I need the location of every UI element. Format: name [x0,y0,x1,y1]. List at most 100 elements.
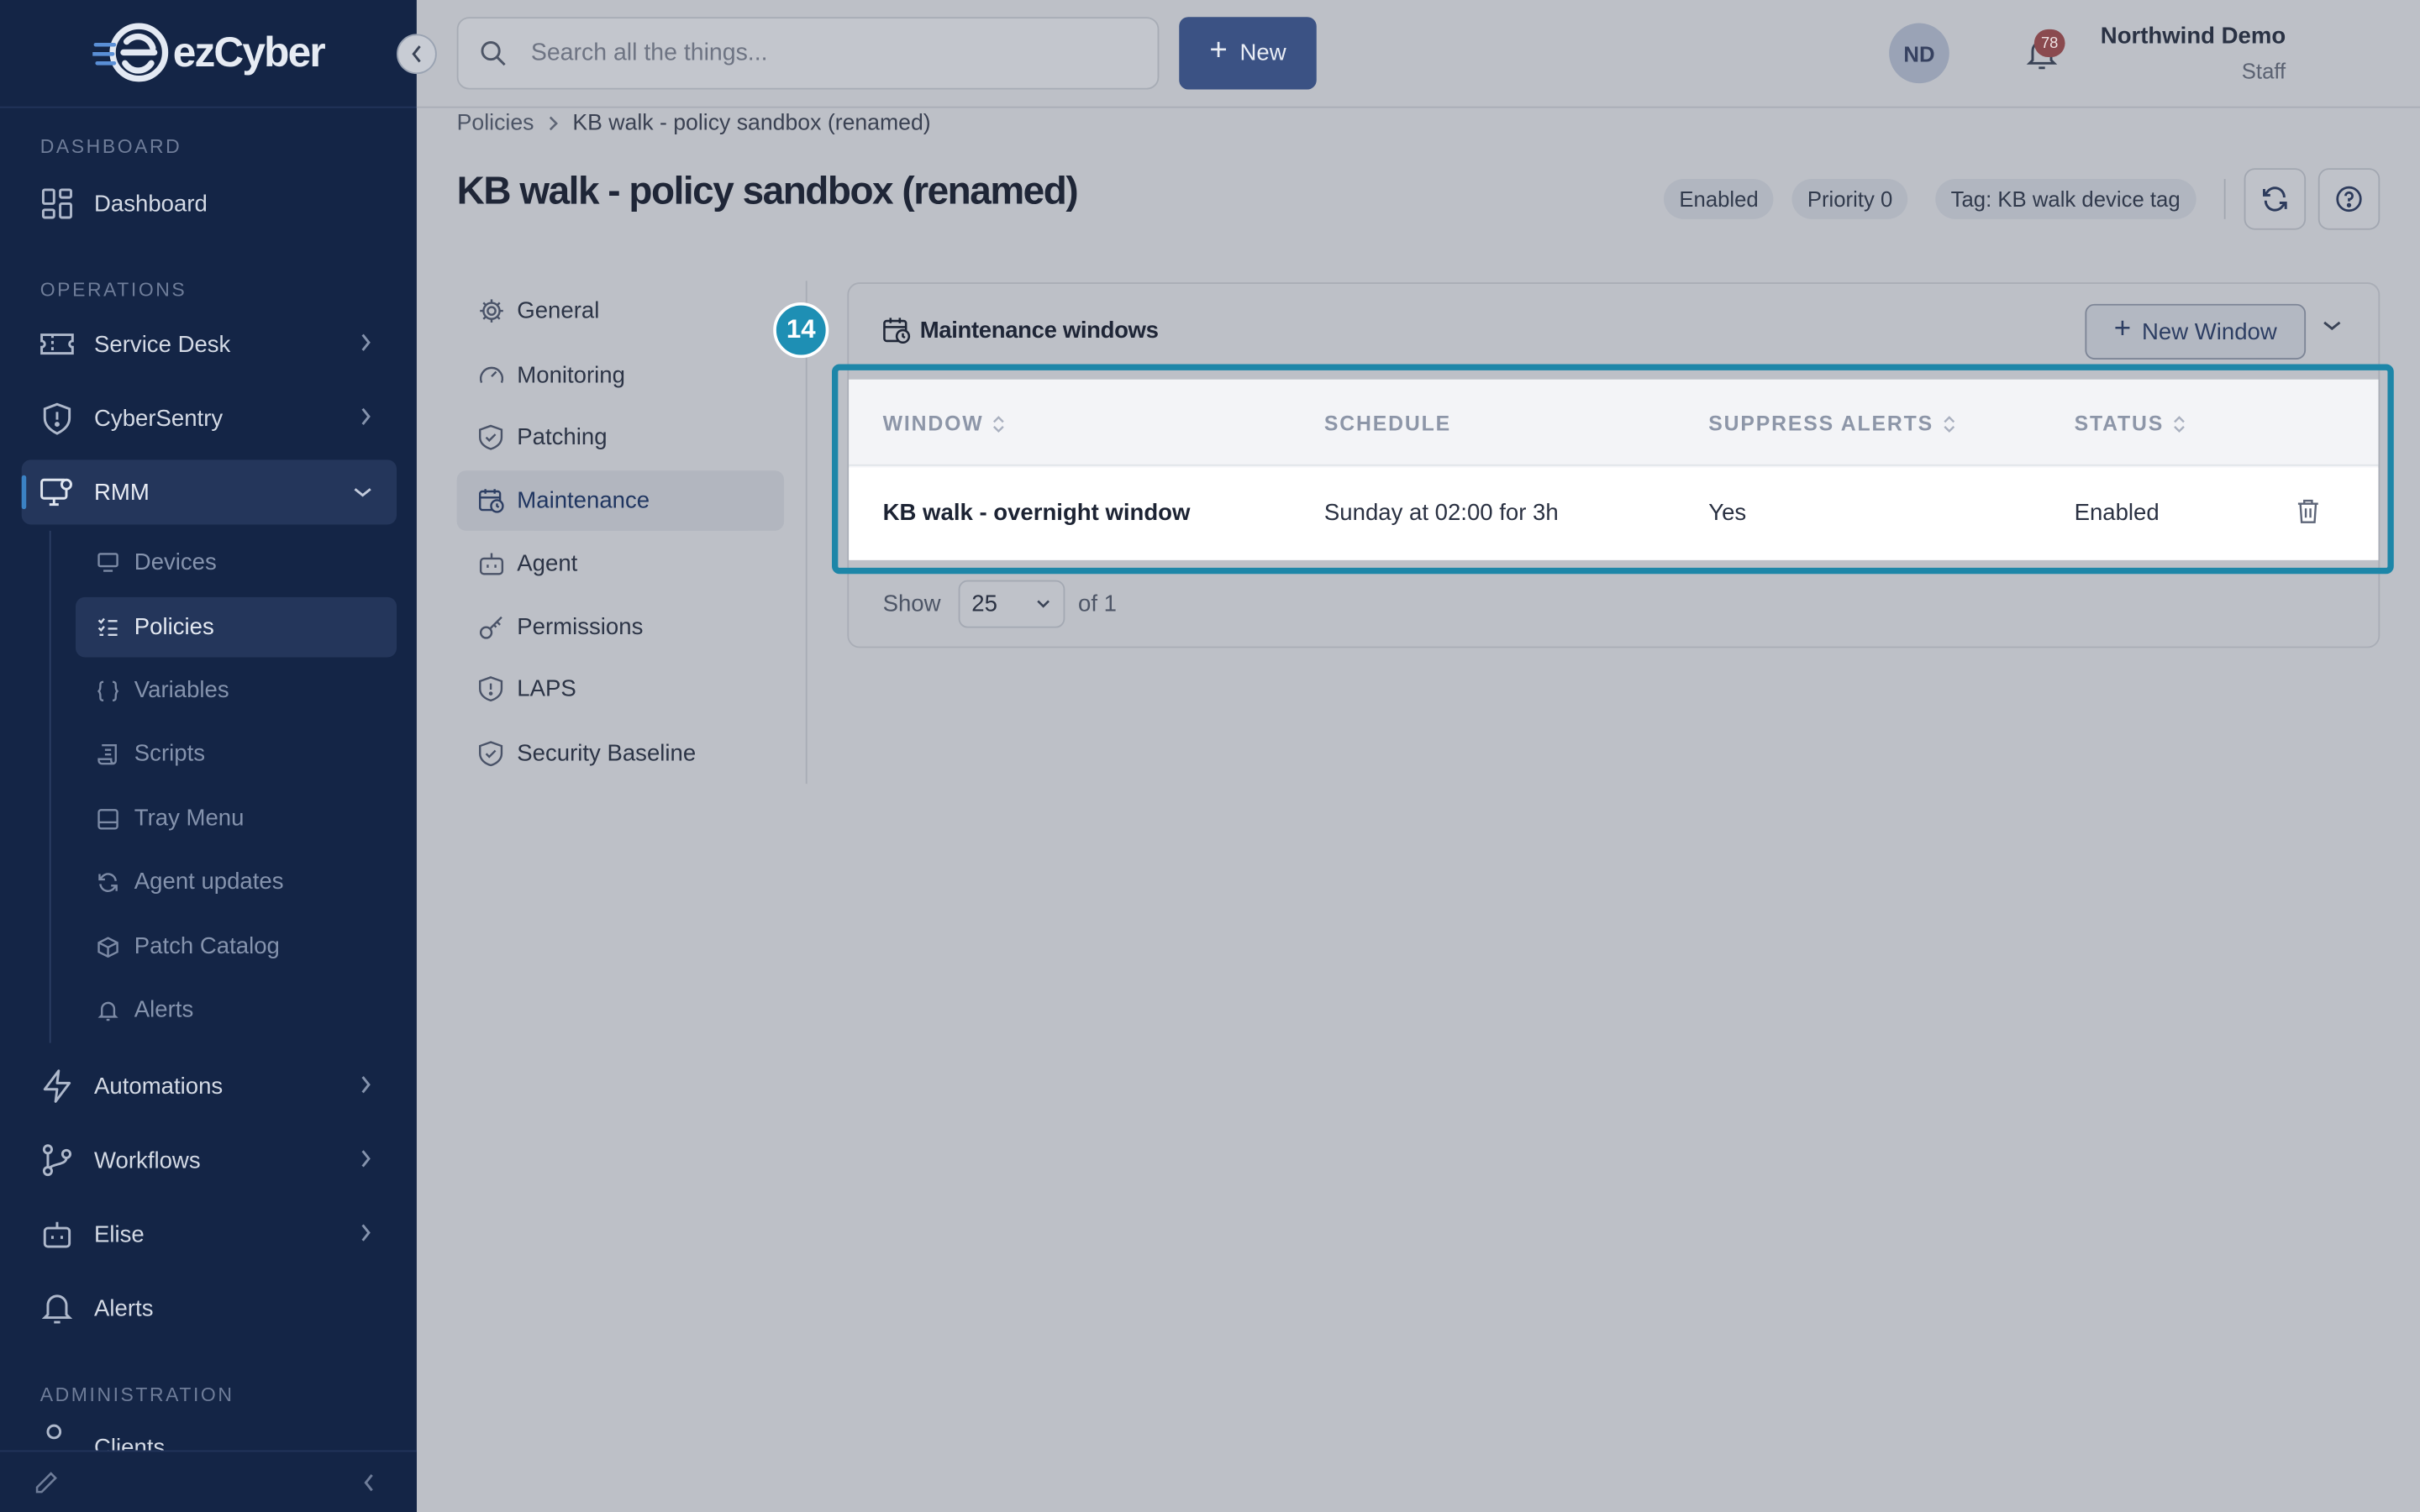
sidebar-item-cybersentry[interactable]: CyberSentry [22,386,397,450]
refresh-icon [2263,186,2287,212]
tab-label: Security Baseline [517,740,697,767]
tab-laps[interactable]: LAPS [457,659,784,719]
monitor-settings-icon [40,475,74,509]
new-window-button[interactable]: + New Window [2085,303,2307,360]
show-label: Show [882,591,941,617]
calendar-clock-icon [477,486,505,514]
sidebar-item-alerts[interactable]: Alerts [22,1276,397,1341]
sidebar-item-label: Workflows [94,1147,201,1173]
brand-name: ezCyber [172,28,326,76]
sidebar-item-dashboard[interactable]: Dashboard [22,171,397,236]
tab-general[interactable]: General [457,281,784,341]
sidebar-item-label: CyberSentry [94,405,224,432]
sidebar-item-clients[interactable]: Clients [22,1420,397,1451]
avatar[interactable]: ND [1889,23,1949,84]
tab-label: Monitoring [517,362,625,389]
chevron-right-icon [361,407,371,426]
chevron-right-icon [361,1150,371,1168]
shield-check-icon [477,740,505,768]
app-root: ezCyber DASHBOARD Dashboard OPERATIONS S… [0,0,2420,1512]
sidebar-subitem-scripts[interactable]: Scripts [76,723,397,784]
sidebar-subitem-label: Scripts [134,740,205,767]
sidebar-footer [0,1450,417,1512]
tab-patching[interactable]: Patching [457,407,784,468]
notification-count-badge: 78 [2033,29,2065,57]
breadcrumb: Policies KB walk - policy sandbox (renam… [457,111,931,135]
sidebar-subitem-policies[interactable]: Policies [76,596,397,658]
sidebar-item-label: RMM [94,479,150,506]
pencil-icon[interactable] [34,1470,58,1494]
sidebar-subitem-tray-menu[interactable]: Tray Menu [76,789,397,849]
panel-bottom-icon [96,807,119,831]
sidebar-item-automations[interactable]: Automations [22,1053,397,1118]
sidebar-item-label: Elise [94,1221,145,1248]
tab-label: Patching [517,424,608,451]
monitor-icon [96,551,119,575]
sidebar-item-label: Clients [94,1435,166,1451]
step-number-badge: 14 [773,302,829,359]
sidebar-item-label: Service Desk [94,330,231,358]
sidebar-item-elise[interactable]: Elise [22,1202,397,1267]
sidebar-subitem-agent-updates[interactable]: Agent updates [76,852,397,912]
refresh-button[interactable] [2244,168,2307,230]
shield-alert-icon [40,402,74,435]
priority-pill: Priority 0 [1791,179,1908,219]
chevron-right-icon [361,1076,371,1094]
scroll-icon [96,742,119,765]
tab-agent[interactable]: Agent [457,534,784,595]
dashboard-grid-icon [40,186,74,220]
users-icon [40,1420,74,1451]
tab-label: LAPS [517,675,576,702]
brand-logo[interactable]: ezCyber [92,22,326,83]
highlight-box [832,364,2394,575]
sidebar-subitem-label: Tray Menu [134,805,245,832]
brand-logo-icon [92,23,169,82]
tab-permissions[interactable]: Permissions [457,597,784,658]
plus-icon: + [2113,312,2132,346]
refresh-icon [96,870,119,894]
sidebar-item-label: Automations [94,1073,224,1100]
sidebar-subitem-label: Devices [134,549,217,576]
section-label-dashboard: DASHBOARD [39,135,182,158]
global-search[interactable] [456,17,1160,90]
help-button[interactable] [2317,168,2381,230]
bot-icon [477,550,505,578]
calendar-clock-icon [883,317,911,344]
sidebar-collapse-button[interactable] [397,34,437,75]
sidebar-subitem-variables[interactable]: Variables [76,660,397,721]
chevron-left-icon[interactable] [363,1473,376,1492]
sidebar-item-rmm[interactable]: RMM [21,459,397,525]
search-input[interactable] [528,38,1130,69]
bell-icon [40,1291,74,1325]
shield-check-icon [477,423,505,451]
user-name[interactable]: Northwind Demo [2101,24,2286,50]
sidebar-item-workflows[interactable]: Workflows [22,1128,397,1193]
sidebar-subitem-patch-catalog[interactable]: Patch Catalog [76,916,397,977]
shield-alert-icon [477,675,505,703]
help-circle-icon [2336,186,2362,213]
user-role: Staff [2241,58,2286,84]
chevron-down-icon[interactable] [2321,318,2343,333]
key-icon [477,613,505,641]
new-button[interactable]: + New [1179,17,1317,90]
page-size-select[interactable]: 25 [957,580,1065,628]
sidebar-item-service-desk[interactable]: Service Desk [22,312,397,376]
sidebar-subitem-alerts[interactable]: Alerts [76,979,397,1040]
tab-label: General [517,297,600,324]
package-icon [96,935,119,958]
sidebar-subitem-label: Variables [134,677,229,704]
tab-label: Agent [517,550,578,577]
tab-maintenance[interactable]: Maintenance [456,470,785,531]
breadcrumb-policies-link[interactable]: Policies [457,111,534,135]
sidebar-subitem-devices[interactable]: Devices [76,533,397,593]
bot-icon [40,1217,74,1251]
page-size-value: 25 [971,591,997,617]
bell-icon [96,998,119,1021]
tab-security-baseline[interactable]: Security Baseline [457,723,784,784]
git-branch-icon [40,1143,74,1177]
ticket-icon [40,327,74,360]
tab-monitoring[interactable]: Monitoring [457,345,784,406]
card-title: Maintenance windows [883,317,1159,344]
policy-tabs: General Monitoring Patching Maintenance … [456,281,808,785]
sidebar-subitem-label: Alerts [134,996,194,1023]
